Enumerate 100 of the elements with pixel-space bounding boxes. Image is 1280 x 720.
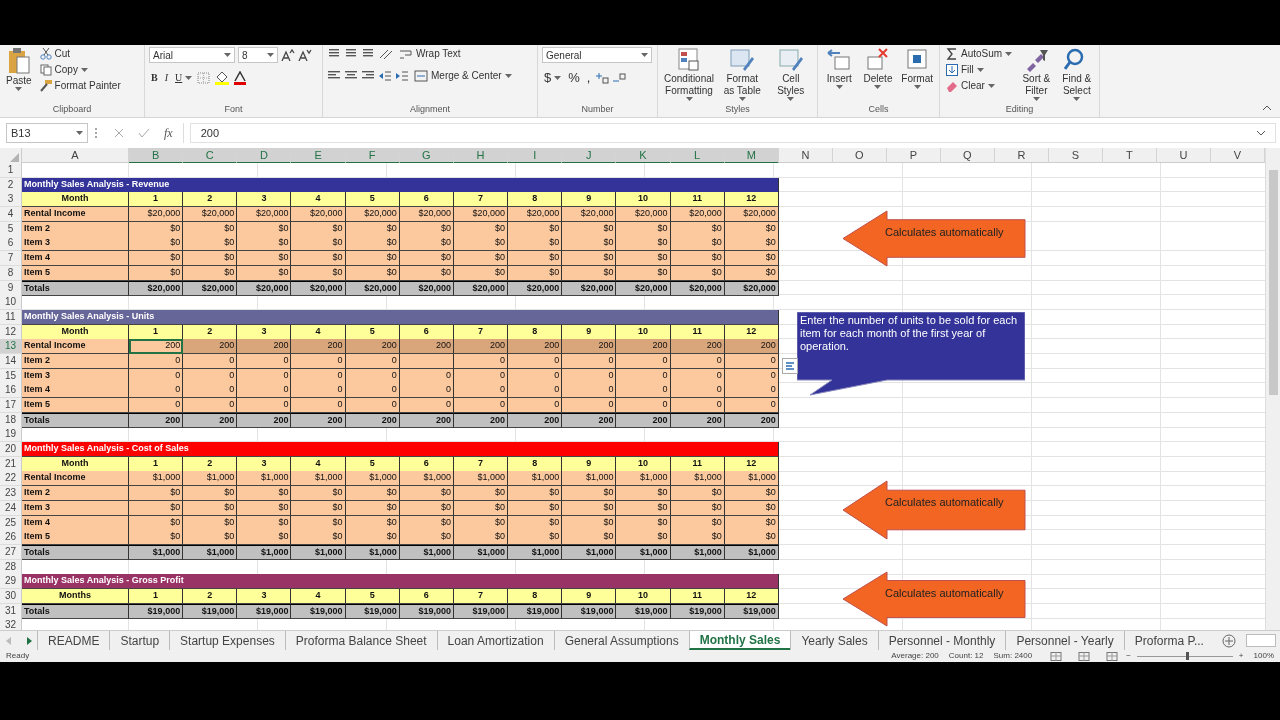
check-icon[interactable] xyxy=(138,128,150,138)
ribbon-button[interactable]: Format xyxy=(899,47,935,89)
number-format-button[interactable]: % xyxy=(566,71,582,85)
table-cell: 0 xyxy=(508,398,563,413)
ribbon-button[interactable]: Sort & Filter xyxy=(1018,47,1055,101)
table-cell: $1,000 xyxy=(399,471,454,487)
sheet-tab[interactable]: Monthly Sales xyxy=(688,631,791,650)
number-format-field[interactable]: General xyxy=(542,47,652,63)
column-header[interactable]: L xyxy=(670,148,725,164)
table-cell: $20,000 xyxy=(670,207,725,223)
row-number[interactable]: 23 xyxy=(0,486,22,502)
horizontal-scrollbar[interactable] xyxy=(1245,634,1276,647)
font-name-field[interactable]: Arial xyxy=(149,47,235,63)
table-cell: $20,000 xyxy=(129,207,184,223)
row-number[interactable]: 32 xyxy=(0,618,22,630)
table-cell: $1,000 xyxy=(237,471,292,487)
column-header[interactable]: K xyxy=(616,148,671,164)
style-icon xyxy=(729,47,756,73)
column-header[interactable]: B xyxy=(129,148,184,164)
zoom-out-button[interactable]: − xyxy=(1126,650,1131,662)
insert-function-button[interactable]: fx xyxy=(164,124,173,142)
fill-button[interactable]: Fill xyxy=(944,63,1015,77)
column-header[interactable]: G xyxy=(399,148,454,164)
ribbon-button[interactable]: Format as Table xyxy=(720,47,765,101)
row-number[interactable]: 1 xyxy=(0,163,22,178)
column-header[interactable]: J xyxy=(562,148,617,164)
wrap-text-button[interactable]: Wrap Text xyxy=(397,47,463,61)
table-cell: Rental Income xyxy=(22,207,129,223)
copy-button[interactable]: Copy xyxy=(37,63,123,77)
font-color-icon[interactable] xyxy=(233,71,248,85)
table-cell: 0 xyxy=(183,398,238,413)
clear-button[interactable]: Clear xyxy=(944,79,1015,93)
table-cell: Item 4 xyxy=(22,251,129,267)
format-toggle-button[interactable]: U xyxy=(173,71,195,85)
column-header[interactable]: E xyxy=(291,148,346,164)
name-box[interactable]: B13 xyxy=(6,123,88,143)
column-header[interactable]: M xyxy=(724,148,779,164)
table-cell: $0 xyxy=(291,251,346,267)
grow-font-icon[interactable] xyxy=(281,49,295,61)
row-number[interactable]: 16 xyxy=(0,383,22,399)
scroll-right-icon[interactable] xyxy=(26,636,32,645)
column-header[interactable]: D xyxy=(237,148,292,164)
copy-icon xyxy=(39,64,52,76)
ribbon-button[interactable]: Delete xyxy=(860,47,896,89)
number-format-button[interactable]: , xyxy=(584,71,593,85)
add-sheet-icon[interactable] xyxy=(1221,634,1236,648)
format-painter-button[interactable]: Format Painter xyxy=(37,79,123,93)
group-label: Font xyxy=(223,103,244,116)
row-number[interactable]: 3 xyxy=(0,192,22,208)
column-header[interactable]: H xyxy=(453,148,509,164)
cut-button[interactable]: Cut xyxy=(37,47,123,61)
vertical-scrollbar[interactable] xyxy=(1265,148,1280,630)
number-format-button[interactable]: $ xyxy=(542,71,564,85)
shrink-font-icon[interactable] xyxy=(298,49,312,61)
section-title: Monthly Sales Analysis - Units xyxy=(22,309,779,325)
callout-text: Calculates automatically xyxy=(885,587,1004,600)
row-number[interactable]: 10 xyxy=(0,295,22,311)
row-number[interactable]: 20 xyxy=(0,442,22,458)
ribbon-button[interactable]: Insert xyxy=(822,47,857,89)
scrollbar-thumb[interactable] xyxy=(1269,170,1278,395)
table-cell: 0 xyxy=(562,383,617,399)
format-toggle-button[interactable]: B xyxy=(149,71,160,85)
table-cell: $20,000 xyxy=(724,207,779,223)
row-number[interactable]: 19 xyxy=(0,427,22,443)
format-toggle-button[interactable]: I xyxy=(162,71,170,85)
row-number[interactable]: 6 xyxy=(0,236,22,252)
row-number[interactable]: 7 xyxy=(0,251,22,267)
orientation-icon[interactable] xyxy=(378,48,394,60)
merge-center-button[interactable]: Merge & Center xyxy=(412,69,514,83)
row-number[interactable]: 17 xyxy=(0,398,22,413)
row-number[interactable]: 26 xyxy=(0,530,22,546)
zoom-in-button[interactable]: + xyxy=(1238,650,1244,662)
column-header[interactable]: F xyxy=(345,148,400,164)
row-number[interactable]: 4 xyxy=(0,207,22,223)
row-number[interactable]: 22 xyxy=(0,471,22,487)
column-header[interactable]: C xyxy=(183,148,238,164)
caret-icon xyxy=(1005,52,1013,56)
paste-button[interactable]: Paste xyxy=(4,47,34,91)
table-cell: 200 xyxy=(453,339,509,355)
collapse-ribbon-icon[interactable] xyxy=(1262,105,1272,111)
increase-indent-icon[interactable] xyxy=(395,70,409,82)
ribbon-button[interactable]: Find & Select xyxy=(1058,47,1095,101)
font-size-field[interactable]: 8 xyxy=(238,47,278,63)
column-header[interactable]: I xyxy=(508,148,563,164)
ribbon-button[interactable]: Cell Styles xyxy=(768,47,813,101)
decrease-indent-icon[interactable] xyxy=(378,70,392,82)
zoom-slider-thumb[interactable] xyxy=(1185,652,1189,660)
autosum-button[interactable]: AutoSum xyxy=(944,47,1015,61)
increase-decimal-icon[interactable] xyxy=(595,72,610,84)
table-cell: $0 xyxy=(129,236,184,252)
normal-view-icon[interactable] xyxy=(1050,651,1063,661)
ribbon-button[interactable]: Conditional Formatting xyxy=(662,47,716,101)
caret-icon xyxy=(15,87,23,91)
row-number[interactable]: 29 xyxy=(0,574,22,590)
row-number[interactable]: 13 xyxy=(0,339,22,355)
fill-color-icon[interactable] xyxy=(214,71,231,85)
decrease-decimal-icon[interactable] xyxy=(612,72,627,84)
expand-icon[interactable] xyxy=(1257,130,1265,136)
quick-analysis-icon[interactable] xyxy=(782,358,798,374)
formula-field[interactable]: 200 xyxy=(189,123,1276,143)
